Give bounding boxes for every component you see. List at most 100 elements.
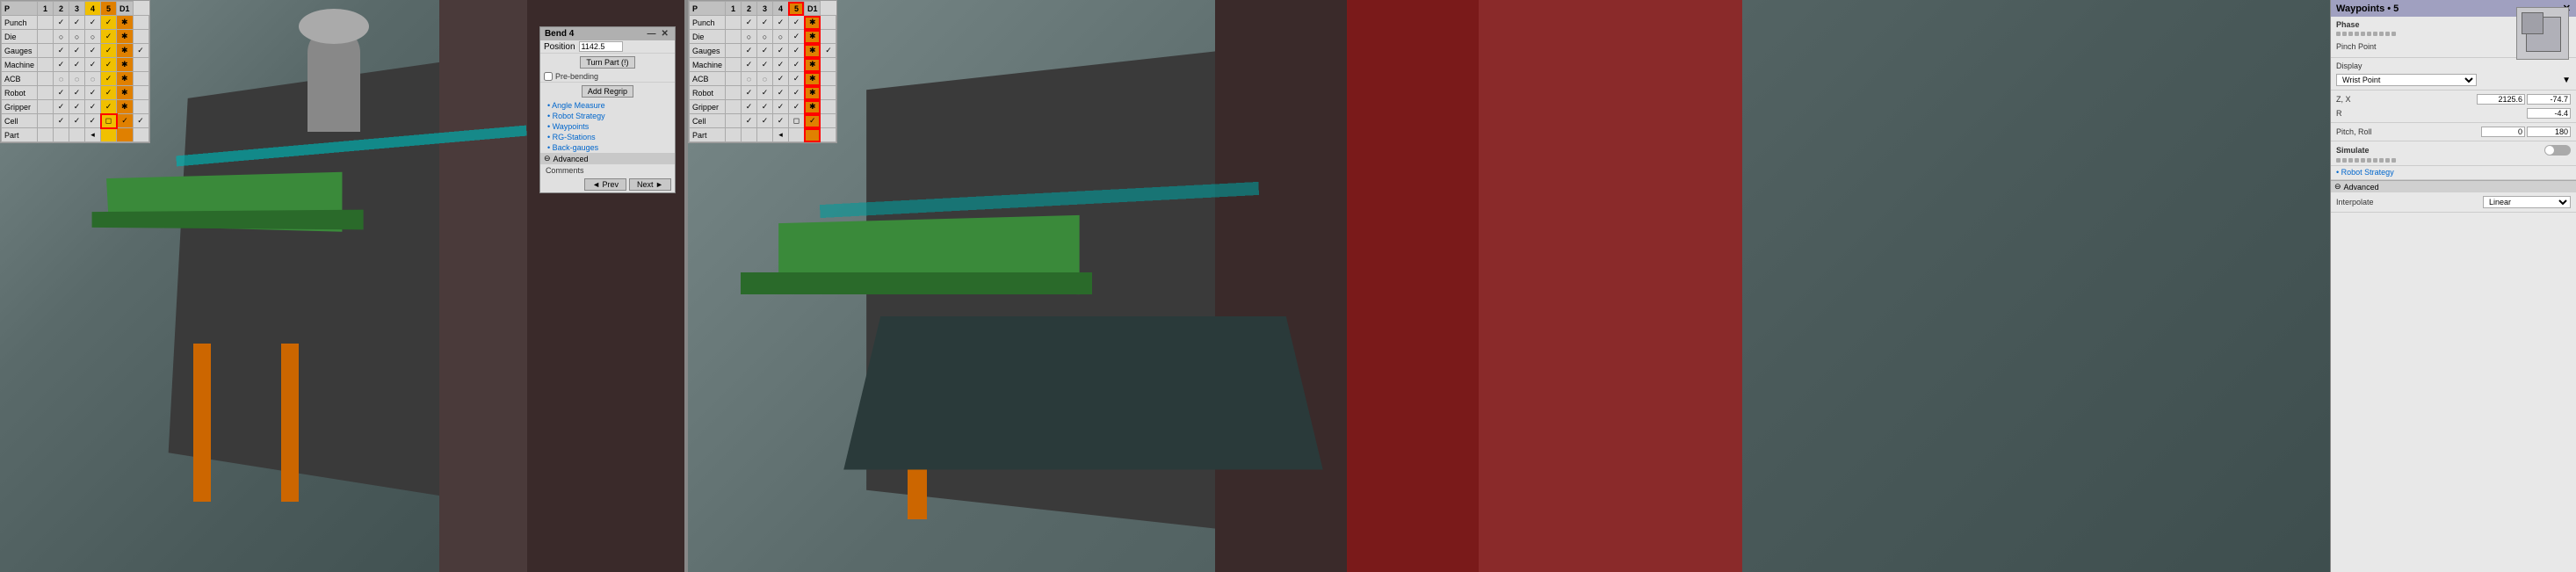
navigation-row: ◄ Prev Next ►: [540, 177, 675, 192]
right-cell-2-2: ✓: [756, 44, 772, 58]
left-cell-1-3: ○: [85, 30, 101, 44]
pitch-roll-row: Pitch, Roll: [2336, 125, 2571, 139]
r-label: R: [2336, 109, 2389, 118]
right-cell-7-1: ✓: [741, 114, 756, 128]
right-cell-7-6: [821, 114, 836, 128]
display-label: Display: [2336, 62, 2389, 70]
left-cell-5-1: ✓: [54, 86, 69, 100]
phase-dot-5: [2361, 32, 2365, 36]
turn-part-button[interactable]: Turn Part (!): [580, 56, 634, 69]
left-cell-4-6: [133, 72, 148, 86]
right-cell-6-6: [821, 100, 836, 114]
right-cell-1-0: [725, 30, 741, 44]
x-input[interactable]: [2527, 94, 2571, 105]
left-cell-7-0: [38, 114, 54, 128]
sim-dot-3: [2348, 158, 2353, 163]
advanced-section-waypoints[interactable]: ⊖ Advanced: [2331, 180, 2576, 192]
left-cell-2-3: ✓: [85, 44, 101, 58]
left-cell-1-6: [133, 30, 148, 44]
next-button[interactable]: Next ►: [629, 178, 671, 191]
z-input[interactable]: [2477, 94, 2525, 105]
prev-button[interactable]: ◄ Prev: [584, 178, 626, 191]
right-cell-5-3: ✓: [772, 86, 788, 100]
left-cell-8-2: [69, 128, 85, 142]
right-cell-2-4: ✓: [788, 44, 804, 58]
interpolate-select[interactable]: Linear Joint: [2483, 196, 2571, 208]
display-row: Display: [2336, 60, 2571, 72]
left-cell-1-4: ✓: [101, 30, 117, 44]
robot-strategy-link[interactable]: Robot Strategy: [2336, 168, 2394, 177]
add-regrip-button[interactable]: Add Regrip: [582, 85, 633, 98]
right-cell-1-5: ✱: [804, 30, 821, 44]
right-cell-2-6: ✓: [821, 44, 836, 58]
advanced-arrow-icon: ⊖: [544, 154, 551, 163]
col-2: 2: [54, 2, 69, 16]
bend-link-1[interactable]: Robot Strategy: [540, 111, 675, 121]
r-row: R: [2336, 106, 2571, 120]
close-button[interactable]: ✕: [660, 29, 670, 39]
right-cell-5-5: ✱: [804, 86, 821, 100]
pre-bending-checkbox[interactable]: [544, 72, 553, 81]
simulate-label: Simulate: [2336, 146, 2389, 155]
pre-bending-label: Pre-bending: [555, 72, 598, 81]
wrist-point-row: Wrist Point ▼: [2336, 72, 2571, 88]
left-cell-1-1: ○: [54, 30, 69, 44]
right-cell-6-5: ✱: [804, 100, 821, 114]
right-cell-0-0: [725, 16, 741, 30]
col-3: 3: [69, 2, 85, 16]
right-cell-3-2: ✓: [756, 58, 772, 72]
sim-dot-4: [2355, 158, 2359, 163]
pitch-input[interactable]: [2481, 127, 2525, 137]
right-row-label-2: Gauges: [689, 44, 725, 58]
right-cell-3-0: [725, 58, 741, 72]
right-row-label-6: Gripper: [689, 100, 725, 114]
left-cell-6-4: ✓: [101, 100, 117, 114]
left-row-label-7: Cell: [2, 114, 38, 128]
right-cell-0-4: ✓: [788, 16, 804, 30]
left-row-label-2: Gauges: [2, 44, 38, 58]
col-d1: D1: [117, 2, 134, 16]
right-cell-5-6: [821, 86, 836, 100]
right-cell-3-4: ✓: [788, 58, 804, 72]
right-cell-7-5: ✓: [804, 114, 821, 128]
left-cell-3-6: [133, 58, 148, 72]
left-cell-0-6: [133, 16, 148, 30]
simulate-section: Simulate: [2331, 141, 2576, 166]
left-cell-2-4: ✓: [101, 44, 117, 58]
sim-dot-5: [2361, 158, 2365, 163]
phase-dot-7: [2373, 32, 2377, 36]
position-input[interactable]: [579, 41, 623, 52]
r-input[interactable]: [2527, 108, 2571, 119]
left-cell-5-3: ✓: [85, 86, 101, 100]
right-cell-7-3: ✓: [772, 114, 788, 128]
sim-dot-8: [2379, 158, 2384, 163]
display-select[interactable]: Wrist Point: [2336, 74, 2477, 86]
right-col-p: P: [689, 2, 725, 16]
bend-link-3[interactable]: RG-Stations: [540, 132, 675, 142]
waypoints-panel: Waypoints • 5 — ✕ Phase: [2330, 0, 2576, 572]
links-section: Angle MeasureRobot StrategyWaypointsRG-S…: [540, 100, 675, 153]
right-row-label-4: ACB: [689, 72, 725, 86]
right-cell-5-4: ✓: [788, 86, 804, 100]
simulate-toggle[interactable]: [2544, 145, 2571, 156]
right-cell-2-0: [725, 44, 741, 58]
right-cell-4-2: ◌: [756, 72, 772, 86]
right-cell-8-1: [741, 128, 756, 142]
right-cell-8-2: [756, 128, 772, 142]
right-panel: P 1 2 3 4 5 D1 Punch✓✓✓✓✱Die○○○✓✱Gauges✓…: [688, 0, 2576, 572]
roll-input[interactable]: [2527, 127, 2571, 137]
right-cell-3-1: ✓: [741, 58, 756, 72]
bend-link-2[interactable]: Waypoints: [540, 121, 675, 132]
advanced-section-left[interactable]: ⊖ Advanced: [540, 153, 675, 164]
bend-link-4[interactable]: Back-gauges: [540, 142, 675, 153]
right-cell-6-1: ✓: [741, 100, 756, 114]
left-row-label-1: Die: [2, 30, 38, 44]
sim-dot-6: [2367, 158, 2371, 163]
left-cell-2-0: [38, 44, 54, 58]
right-cell-1-1: ○: [741, 30, 756, 44]
bend-link-0[interactable]: Angle Measure: [540, 100, 675, 111]
minimize-button[interactable]: —: [646, 29, 658, 39]
right-cell-0-6: [821, 16, 836, 30]
left-cell-3-1: ✓: [54, 58, 69, 72]
toggle-knob: [2545, 146, 2554, 155]
